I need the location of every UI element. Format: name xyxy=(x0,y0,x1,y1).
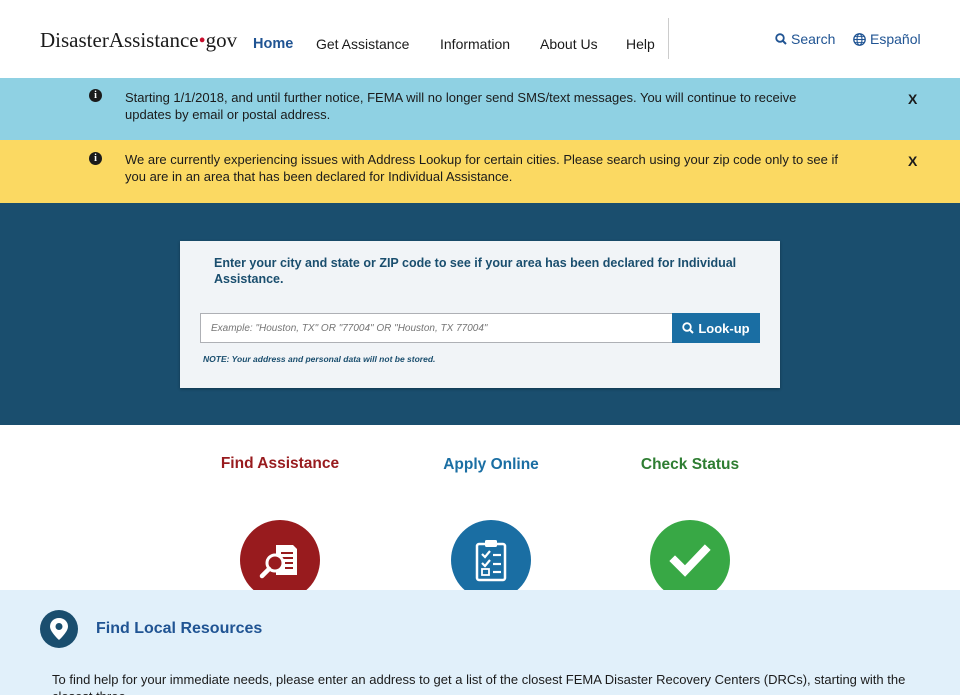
nav-get-assistance[interactable]: Get Assistance xyxy=(316,36,409,52)
close-alert-button[interactable]: X xyxy=(908,91,917,107)
clipboard-checklist-icon[interactable] xyxy=(451,520,531,600)
alert-lookup-issue: i We are currently experiencing issues w… xyxy=(0,140,960,203)
alert-sms-notice: i Starting 1/1/2018, and until further n… xyxy=(0,78,960,140)
checkmark-icon[interactable] xyxy=(650,520,730,600)
check-status-title[interactable]: Check Status xyxy=(610,456,770,474)
logo-main-text: DisasterAssistance xyxy=(40,28,199,52)
nav-home[interactable]: Home xyxy=(253,36,293,52)
logo-suffix: gov xyxy=(205,28,238,52)
search-icon xyxy=(775,33,787,45)
map-pin-icon xyxy=(40,610,78,648)
alert-lookup-text: We are currently experiencing issues wit… xyxy=(125,152,838,184)
privacy-note: NOTE: Your address and personal data wil… xyxy=(203,354,436,364)
info-icon: i xyxy=(89,89,102,102)
apply-online-title[interactable]: Apply Online xyxy=(411,456,571,474)
site-logo[interactable]: DisasterAssistance•gov xyxy=(40,28,237,53)
lookup-prompt: Enter your city and state or ZIP code to… xyxy=(214,256,737,286)
quick-actions: Find Assistance Apply Online Check Statu… xyxy=(0,425,960,600)
search-link-label: Search xyxy=(791,31,836,47)
lookup-card: Enter your city and state or ZIP code to… xyxy=(180,241,780,388)
nav-about-us[interactable]: About Us xyxy=(540,36,598,52)
info-icon: i xyxy=(89,152,102,165)
close-alert-button[interactable]: X xyxy=(908,153,917,169)
search-icon xyxy=(682,322,695,334)
lookup-button-label: Look-up xyxy=(698,320,750,336)
globe-icon xyxy=(853,32,866,46)
alert-sms-text: Starting 1/1/2018, and until further not… xyxy=(125,90,797,122)
nav-divider xyxy=(668,18,669,59)
nav-help[interactable]: Help xyxy=(626,36,655,52)
find-assistance-title[interactable]: Find Assistance xyxy=(200,455,360,473)
local-resources-text: To find help for your immediate needs, p… xyxy=(52,672,906,695)
search-link[interactable]: Search xyxy=(775,31,835,47)
nav-information[interactable]: Information xyxy=(440,36,510,52)
local-resources-section: Find Local Resources To find help for yo… xyxy=(0,590,960,695)
language-link[interactable]: Español xyxy=(853,31,921,47)
address-lookup-input[interactable] xyxy=(200,313,673,343)
logo-dot: • xyxy=(198,30,206,52)
lookup-button[interactable]: Look-up xyxy=(672,313,760,343)
language-link-label: Español xyxy=(870,31,921,47)
apply-online-action[interactable]: Apply Online xyxy=(411,456,571,600)
site-header: DisasterAssistance•gov Home Get Assistan… xyxy=(0,0,960,78)
local-resources-title: Find Local Resources xyxy=(96,620,263,637)
find-assistance-icon[interactable] xyxy=(240,520,320,600)
find-assistance-action[interactable]: Find Assistance xyxy=(200,455,360,600)
check-status-action[interactable]: Check Status xyxy=(610,456,770,600)
hero-lookup-section: Enter your city and state or ZIP code to… xyxy=(0,203,960,425)
